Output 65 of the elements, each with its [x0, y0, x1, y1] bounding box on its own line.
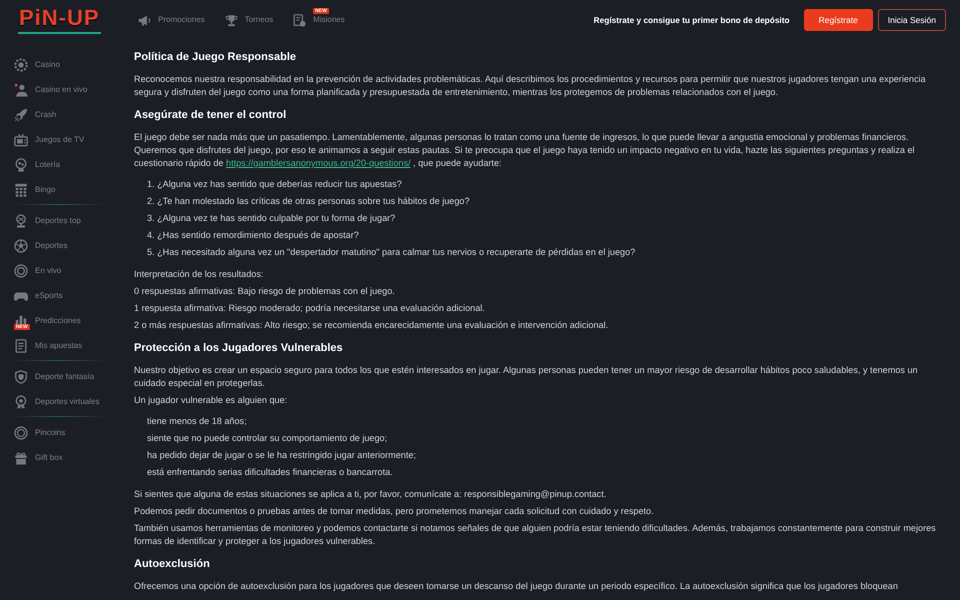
paragraph-text: El juego debe ser nada más que un pasatiempo. Lamentablemente, algunas personas lo tratan como una fuente de ingresos, lo que puede llevar a angustia emocional y problemas financieros. Queremos que disfrutes del juego, por eso te animamos a seguir estas pautas. Si te preocupa que el juego haya tenido un impacto negativo en tu vida, hazte las siguientes preguntas y realiza el cuestionario rápido de https://gamblersanonymous.org/20-questions/ , que puede ayudarte:: [134, 131, 916, 170]
rocket-icon: [14, 108, 28, 122]
receipt-icon: [14, 338, 28, 352]
sidebar-item[interactable]: Bingo: [0, 177, 118, 202]
section-heading: Asegúrate de tener el control: [134, 108, 288, 122]
register-button[interactable]: Regístrate: [804, 9, 873, 31]
logo[interactable]: PiN-UP: [18, 6, 101, 34]
paragraph-text: Interpretación de los resultados:: [134, 268, 264, 281]
section-heading: Autoexclusión: [134, 557, 211, 571]
nav-link[interactable]: Promociones: [138, 14, 205, 26]
sidebar-item[interactable]: Gift box: [0, 445, 118, 470]
sidebar-item[interactable]: Deportes virtuales: [0, 389, 118, 414]
sidebar-item[interactable]: Deporte fantasía: [0, 364, 118, 389]
megaphone-icon: [138, 14, 151, 26]
promo-text: Regístrate y consigue tu primer bono de depósito: [594, 14, 790, 26]
checklist-icon: [293, 14, 306, 26]
login-button[interactable]: Inicia Sesión: [878, 9, 946, 31]
section-heading: Política de Juego Responsable: [134, 50, 297, 64]
paragraph-text: Podemos pedir documentos o pruebas antes de tomar medidas, pero prometemos manejar cada solicitud con cuidado y respeto.: [134, 505, 655, 518]
paragraph-text: 2 o más respuestas afirmativas: Alto riesgo; se recomienda encarecidamente una evaluación e intervención adicional.: [134, 319, 610, 332]
paragraph-text: Un jugador vulnerable es alguien que:: [134, 394, 288, 407]
sidebar-item[interactable]: Crash: [0, 102, 118, 127]
list-item: 1. ¿Alguna vez has sentido que deberías reducir tus apuestas?: [147, 178, 403, 191]
list-item: 4. ¿Has sentido remordimiento después de apostar?: [147, 229, 360, 242]
sidebar-item[interactable]: eSports: [0, 283, 118, 308]
sidebar-item[interactable]: Pincoins: [0, 420, 118, 445]
target-icon: [14, 264, 28, 278]
paragraph-text: Si sientes que alguna de estas situaciones se aplica a ti, por favor, comunícate a: responsiblegaming@pinup.contact.: [134, 488, 608, 501]
soccer-ball-icon: [14, 238, 28, 252]
sidebar-item[interactable]: Deportes: [0, 233, 118, 258]
list-item: 5. ¿Has necesitado alguna vez un "despertador matutino" para calmar tus nervios o recuperarte de pérdidas en el juego?: [147, 246, 636, 259]
paragraph-text: 0 respuestas afirmativas: Bajo riesgo de problemas con el juego.: [134, 285, 396, 298]
sidebar-item[interactable]: Casino: [0, 52, 118, 77]
sidebar-item[interactable]: Mis apuestas: [0, 333, 118, 358]
sidebar-item[interactable]: Lotería: [0, 152, 118, 177]
shield-icon: [14, 370, 28, 384]
list-item: está enfrentando serias dificultades financieras o bancarrota.: [147, 466, 394, 479]
list-item: 2. ¿Te han molestado las críticas de otras personas sobre tus hábitos de juego?: [147, 195, 471, 208]
trophy-icon: [224, 14, 238, 26]
person-icon: [14, 82, 28, 96]
paragraph-text: 1 respuesta afirmativa: Riesgo moderado; podría necesitarse una evaluación adicional.: [134, 302, 486, 315]
paragraph-text: También usamos herramientas de monitoreo y podemos contactarte si notamos señales de que alguien podría estar teniendo dificultades. Además, trabajamos constantemente para construir mejores formas de identificar y proteger a los jugadores vulnerables.: [134, 522, 937, 548]
paragraph-text: Ofrecemos una opción de autoexclusión para los jugadores que deseen tomarse un descanso del juego durante un periodo específico. La autoexclusión significa que los jugadores bloquean: [134, 580, 899, 593]
sidebar-item[interactable]: Deportes top: [0, 208, 118, 233]
nav-link[interactable]: Misiones: [293, 14, 345, 26]
ball-machine-icon: [14, 158, 28, 172]
list-item: 3. ¿Alguna vez te has sentido culpable por tu forma de jugar?: [147, 212, 396, 225]
ball-trophy-icon: [14, 214, 28, 228]
sidebar-item[interactable]: Juegos de TV: [0, 127, 118, 152]
medal-icon: [14, 394, 28, 408]
paragraph-text: Nuestro objetivo es crear un espacio seguro para todos los que estén interesados en jugar. Algunas personas pueden tener un mayor riesgo de desarrollar hábitos poco saludables, y tenemos un cuidado especial en protegerlas.: [134, 364, 919, 390]
tv-icon: [14, 132, 28, 146]
grid-card-icon: [14, 182, 28, 196]
list-item: siente que no puede controlar su comportamiento de juego;: [147, 432, 388, 445]
nav-link[interactable]: Torneos: [224, 14, 274, 26]
section-heading: Protección a los Jugadores Vulnerables: [134, 341, 344, 355]
questionnaire-link[interactable]: https://gamblersanonymous.org/20-questions/: [226, 158, 411, 168]
gift-icon: [14, 450, 28, 464]
chip-icon: [14, 58, 28, 72]
list-item: tiene menos de 18 años;: [147, 415, 248, 428]
sidebar-item[interactable]: Casino en vivo: [0, 77, 118, 102]
list-item: ha pedido dejar de jugar o se le ha restringido jugar anteriormente;: [147, 449, 417, 462]
sidebar-item[interactable]: En vivo: [0, 258, 118, 283]
paragraph-text: Reconocemos nuestra responsabilidad en la prevención de actividades problemáticas. Aquí describimos los procedimientos y recursos para permitir que nuestros jugadores tengan una experiencia segura y disfruten del juego como una forma planificada y presupuestada de entretenimiento, mientras los protegemos de problemas relacionados con el juego.: [134, 73, 927, 99]
coin-icon: [14, 426, 28, 440]
